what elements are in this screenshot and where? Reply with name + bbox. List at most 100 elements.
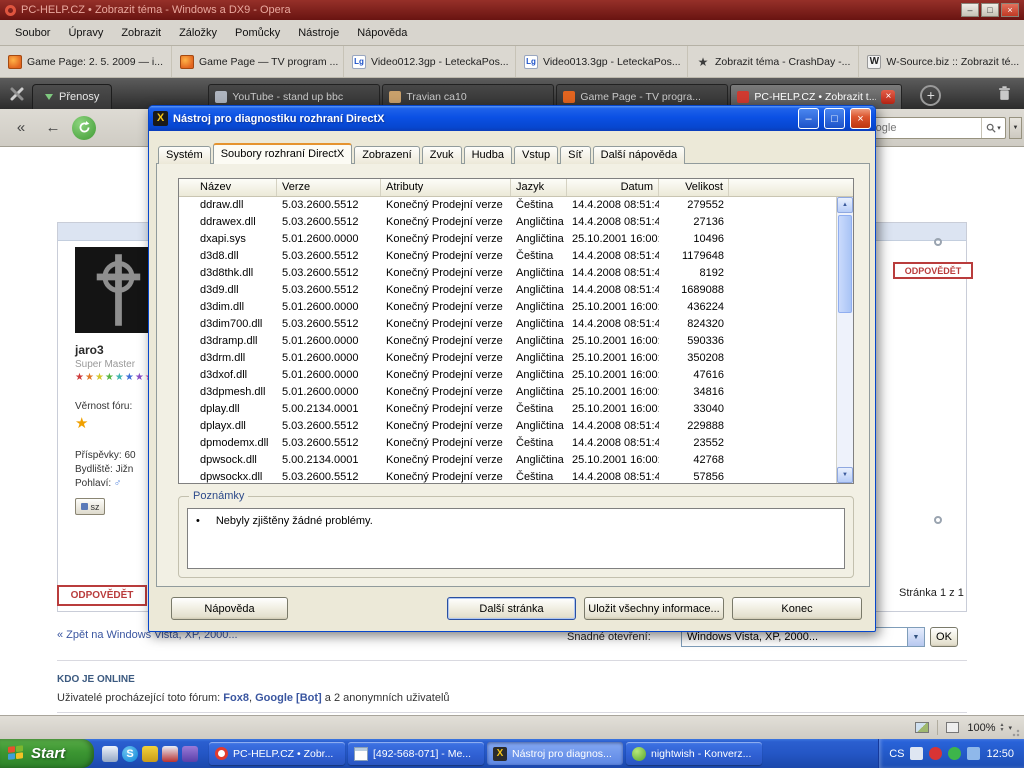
menu-nastroje[interactable]: Nástroje (289, 23, 348, 43)
menu-zobrazit[interactable]: Zobrazit (112, 23, 170, 43)
column-header-jazyk[interactable]: Jazyk (511, 179, 567, 196)
skype-icon[interactable]: S (122, 746, 138, 762)
new-tab-button[interactable]: + (920, 85, 941, 106)
file-row[interactable]: d3dpmesh.dll 5.01.2600.0000 Konečný Prod… (179, 384, 853, 401)
scrollbar-thumb[interactable] (838, 215, 852, 313)
file-row[interactable]: dplay.dll 5.00.2134.0001 Konečný Prodejn… (179, 401, 853, 418)
tab-network[interactable]: Síť (560, 146, 591, 164)
keyboard-tray-icon[interactable] (910, 747, 923, 760)
transfers-panel-tab[interactable]: Přenosy (32, 84, 112, 109)
select-dropdown-button[interactable]: ▼ (907, 628, 924, 646)
language-indicator[interactable]: CS (889, 748, 904, 760)
fit-to-width-icon[interactable] (946, 722, 959, 733)
closed-tabs-trash-button[interactable] (997, 85, 1012, 105)
resize-grip[interactable] (1012, 727, 1022, 737)
page-anchor-bottom-icon[interactable] (934, 516, 942, 524)
private-message-button[interactable]: sz (75, 498, 105, 515)
spin-down-icon[interactable]: ▼ (1000, 728, 1005, 733)
bookmark-item[interactable]: Game Page: 2. 5. 2009 — i... (0, 46, 172, 77)
tab-more-help[interactable]: Další nápověda (593, 146, 685, 164)
column-header-velikost[interactable]: Velikost (659, 179, 729, 196)
next-page-button[interactable]: Další stránka (447, 597, 576, 620)
show-desktop-icon[interactable] (102, 746, 118, 762)
column-header-atributy[interactable]: Atributy (381, 179, 511, 196)
menu-zalozky[interactable]: Záložky (170, 23, 226, 43)
zoom-spinner[interactable]: ▲▼ (1000, 723, 1005, 733)
back-button[interactable]: ← (40, 115, 66, 141)
reply-button-bottom[interactable]: ODPOVĚDĚT (57, 585, 147, 606)
file-row[interactable]: dpwsockx.dll 5.03.2600.5512 Konečný Prod… (179, 469, 853, 483)
file-row[interactable]: dpwsock.dll 5.00.2134.0001 Konečný Prode… (179, 452, 853, 469)
save-all-information-button[interactable]: Uložit všechny informace... (584, 597, 724, 620)
vertical-scrollbar[interactable]: ▲ ▼ (836, 197, 853, 483)
reload-button[interactable] (72, 116, 96, 140)
jump-ok-button[interactable]: OK (930, 627, 958, 647)
file-row[interactable]: d3dim700.dll 5.03.2600.5512 Konečný Prod… (179, 316, 853, 333)
images-toggle-icon[interactable] (915, 722, 929, 733)
zoom-control[interactable]: 100% ▲▼ ▾ (967, 722, 1012, 734)
search-engine-dropdown[interactable]: ▾ (981, 118, 1005, 138)
close-button[interactable]: × (1001, 3, 1019, 17)
tab-input[interactable]: Vstup (514, 146, 558, 164)
exit-button[interactable]: Konec (732, 597, 862, 620)
file-row[interactable]: d3d9.dll 5.03.2600.5512 Konečný Prodejní… (179, 282, 853, 299)
bookmark-label: Video012.3gp - LeteckaPos... (371, 56, 509, 68)
volume-tray-icon[interactable] (967, 747, 980, 760)
file-row[interactable]: ddraw.dll 5.03.2600.5512 Konečný Prodejn… (179, 197, 853, 214)
file-row[interactable]: d3dxof.dll 5.01.2600.0000 Konečný Prodej… (179, 367, 853, 384)
start-button[interactable]: Start (0, 739, 94, 768)
menu-upravy[interactable]: Úpravy (59, 23, 112, 43)
tab-sound[interactable]: Zvuk (422, 146, 462, 164)
file-row[interactable]: dplayx.dll 5.03.2600.5512 Konečný Prodej… (179, 418, 853, 435)
file-row[interactable]: d3d8.dll 5.03.2600.5512 Konečný Prodejní… (179, 248, 853, 265)
skype-status-tray-icon[interactable] (948, 747, 961, 760)
tab-close-button[interactable]: × (881, 90, 895, 104)
bookmark-item[interactable]: Game Page — TV program ... (172, 46, 344, 77)
file-row[interactable]: dpmodemx.dll 5.03.2600.5512 Konečný Prod… (179, 435, 853, 452)
dialog-maximize-button[interactable]: □ (824, 108, 845, 129)
quick-launch-icon[interactable] (142, 746, 158, 762)
antivirus-tray-icon[interactable] (929, 747, 942, 760)
dialog-minimize-button[interactable]: – (798, 108, 819, 129)
tab-directx-files[interactable]: Soubory rozhraní DirectX (213, 143, 353, 164)
rewind-button[interactable]: « (8, 115, 34, 141)
maximize-button[interactable]: □ (981, 3, 999, 17)
bookmark-item[interactable]: W-Source.biz :: Zobrazit té... (859, 46, 1024, 77)
column-header-datum[interactable]: Datum (567, 179, 659, 196)
file-row[interactable]: d3dim.dll 5.01.2600.0000 Konečný Prodejn… (179, 299, 853, 316)
tab-music[interactable]: Hudba (464, 146, 512, 164)
tab-display[interactable]: Zobrazení (354, 146, 420, 164)
scroll-down-button[interactable]: ▼ (837, 467, 853, 483)
taskbar-button-dxdiag-active[interactable]: Nástroj pro diagnos... (487, 742, 623, 765)
navbar-overflow-button[interactable]: ▼ (1009, 117, 1022, 139)
menu-napoveda[interactable]: Nápověda (348, 23, 416, 43)
menu-pomucky[interactable]: Pomůcky (226, 23, 289, 43)
column-header-nazev[interactable]: Název (179, 179, 277, 196)
quick-launch-icon[interactable] (162, 746, 178, 762)
help-button[interactable]: Nápověda (171, 597, 288, 620)
file-row[interactable]: d3dramp.dll 5.01.2600.0000 Konečný Prode… (179, 333, 853, 350)
file-row[interactable]: ddrawex.dll 5.03.2600.5512 Konečný Prode… (179, 214, 853, 231)
bookmark-item[interactable]: Video013.3gp - LeteckaPos... (516, 46, 688, 77)
panels-toggle-button[interactable] (4, 81, 30, 107)
taskbar-button-notepad[interactable]: [492-568-071] - Me... (348, 742, 484, 765)
file-row[interactable]: d3d8thk.dll 5.03.2600.5512 Konečný Prode… (179, 265, 853, 282)
scroll-up-button[interactable]: ▲ (837, 197, 853, 213)
user-link-fox8[interactable]: Fox8 (223, 692, 249, 704)
dialog-close-button[interactable]: × (850, 108, 871, 129)
minimize-button[interactable]: – (961, 3, 979, 17)
taskbar-button-pchelp[interactable]: PC-HELP.CZ • Zobr... (209, 742, 345, 765)
tab-system[interactable]: Systém (158, 146, 211, 164)
page-anchor-top-icon[interactable] (934, 238, 942, 246)
taskbar-button-nightwish[interactable]: nightwish - Konverz... (626, 742, 762, 765)
bookmark-item[interactable]: Video012.3gp - LeteckaPos... (344, 46, 516, 77)
column-header-verze[interactable]: Verze (277, 179, 381, 196)
bookmark-item[interactable]: Zobrazit téma - CrashDay -... (688, 46, 859, 77)
user-link-google-bot[interactable]: Google [Bot] (255, 692, 322, 704)
quick-launch-icon[interactable] (182, 746, 198, 762)
menu-soubor[interactable]: Soubor (6, 23, 59, 43)
file-row[interactable]: dxapi.sys 5.01.2600.0000 Konečný Prodejn… (179, 231, 853, 248)
search-field[interactable]: Google ▾ (854, 117, 1006, 139)
file-row[interactable]: d3drm.dll 5.01.2600.0000 Konečný Prodejn… (179, 350, 853, 367)
reply-button-top[interactable]: ODPOVĚDĚT (893, 262, 973, 279)
